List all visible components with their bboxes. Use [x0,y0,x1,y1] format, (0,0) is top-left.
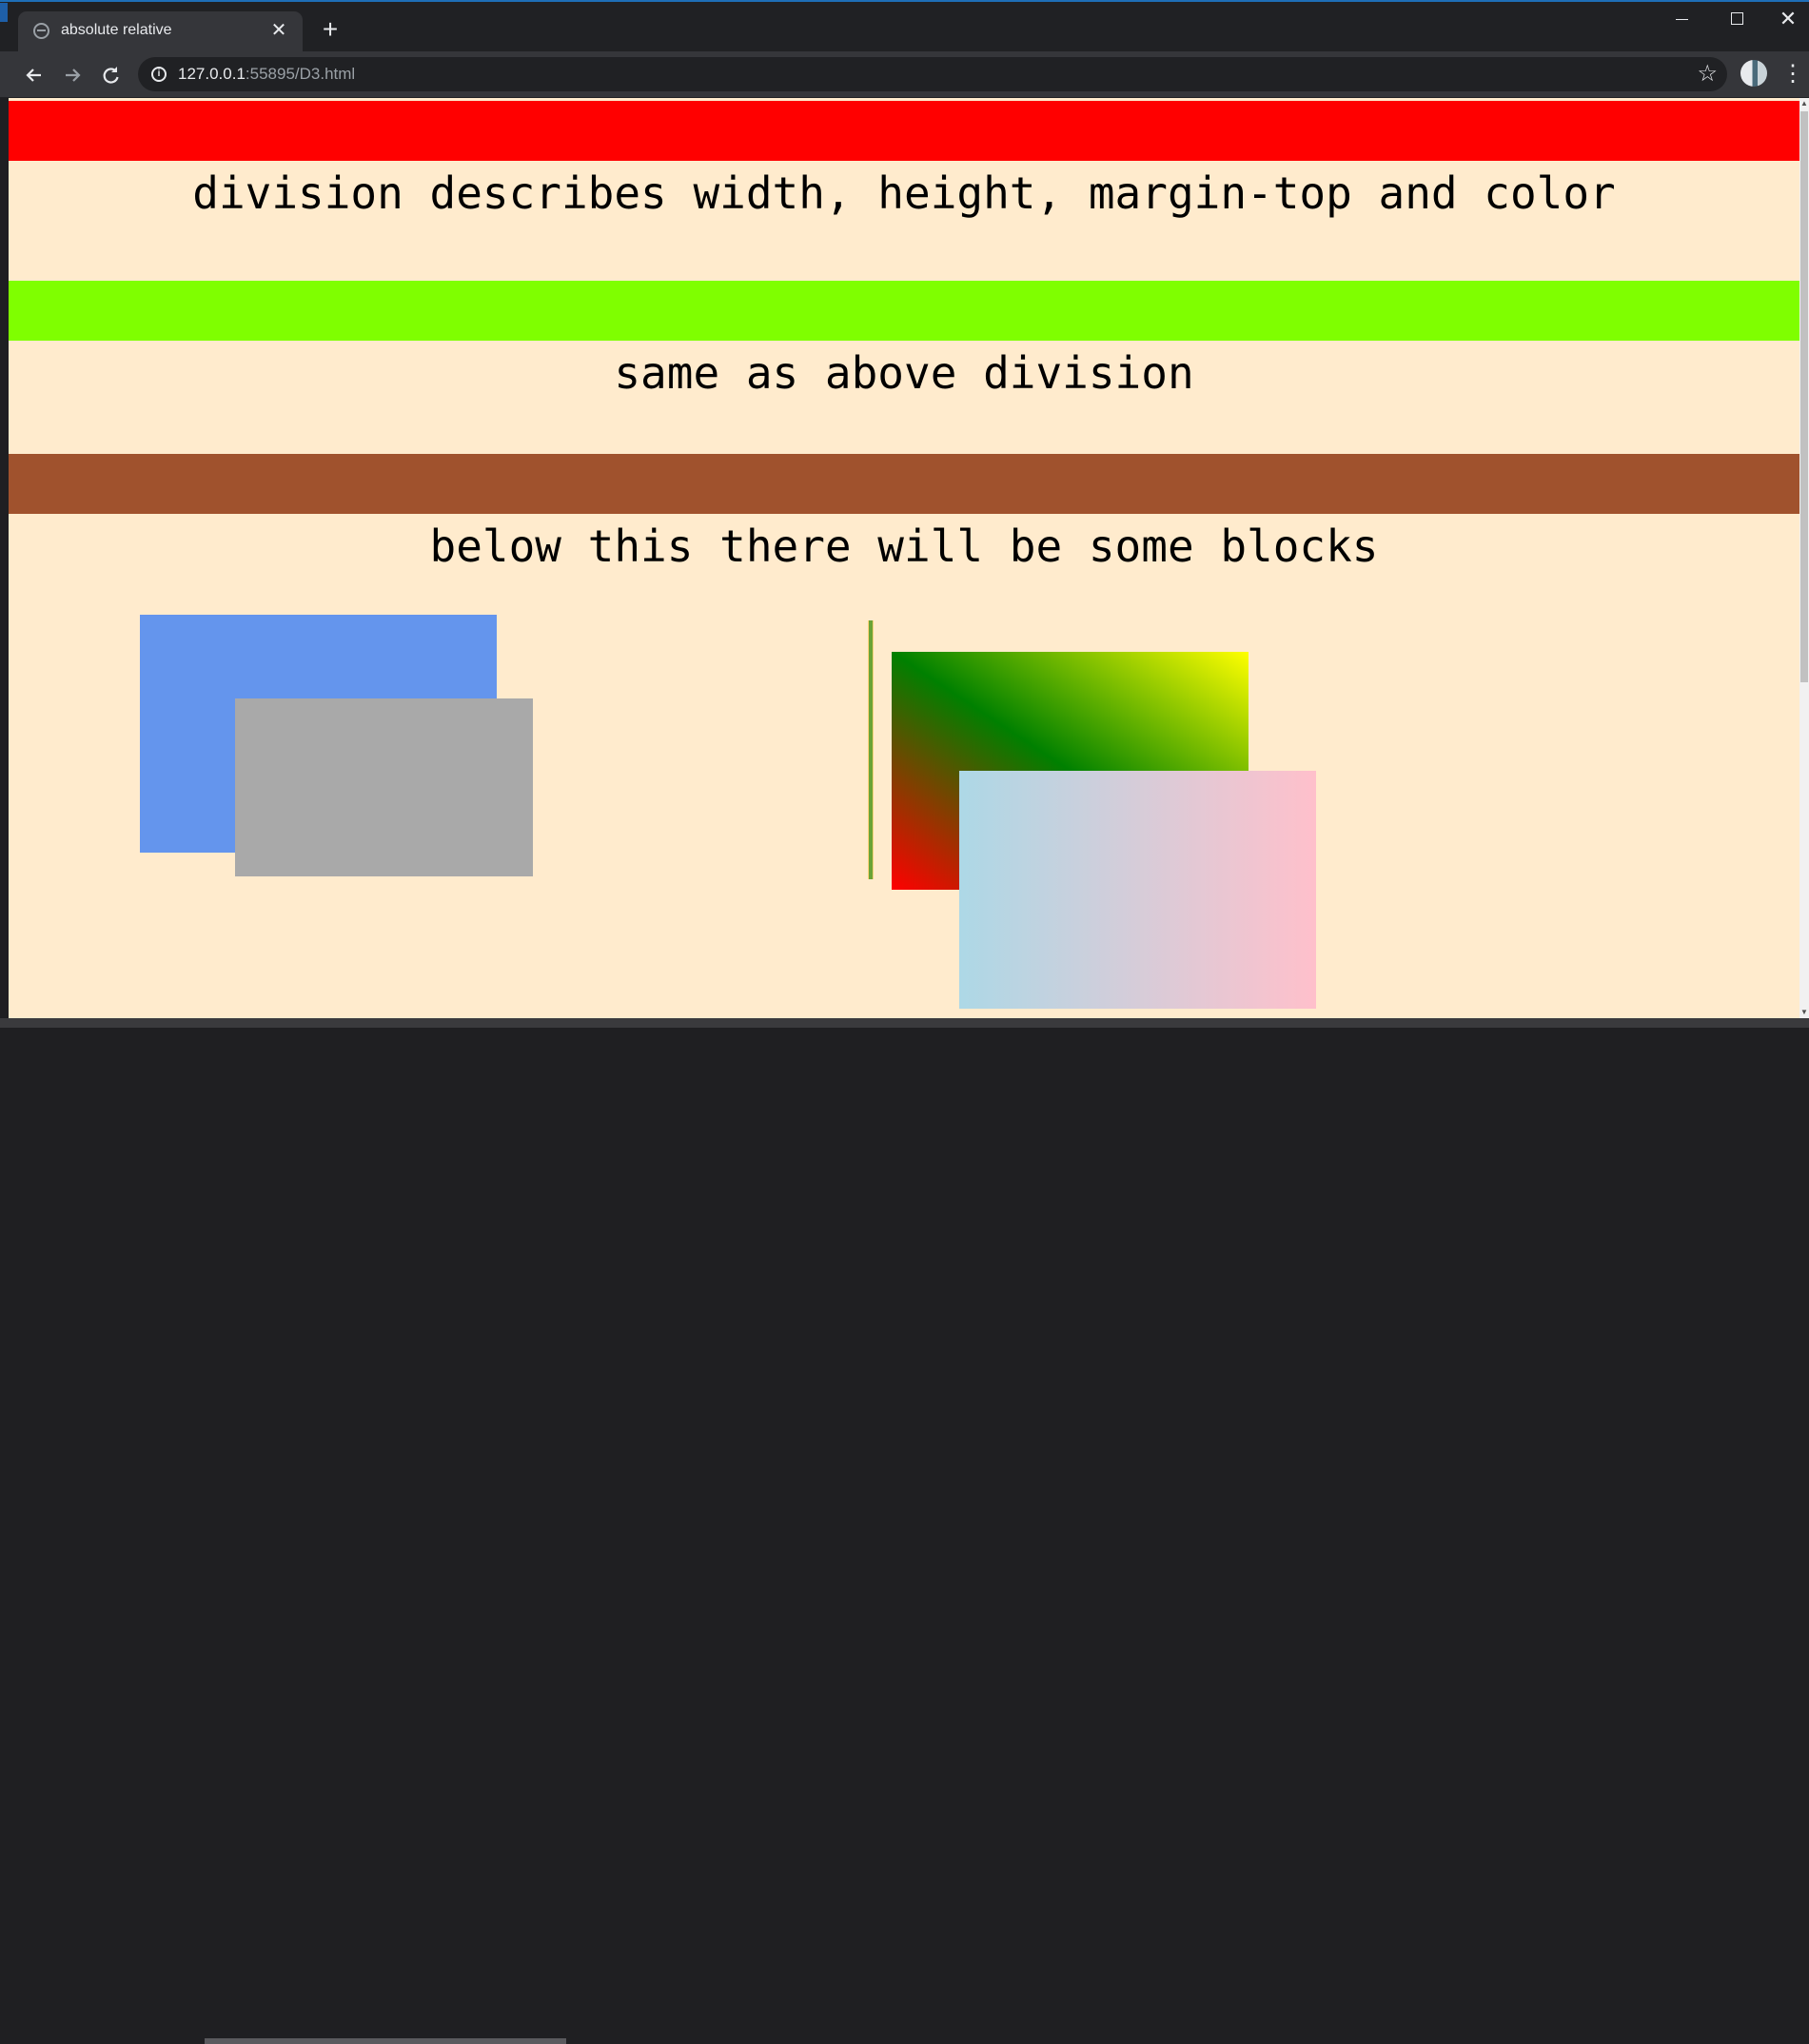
gray-block [235,698,533,876]
tab-close-button[interactable]: ✕ [266,18,291,43]
globe-icon [33,23,49,39]
address-bar[interactable]: i 127.0.0.1:55895/D3.html ☆ [138,57,1727,91]
forward-button[interactable] [58,61,87,89]
caption-second: same as above division [614,347,1194,399]
caption-first: division describes width, height, margin… [192,167,1616,219]
url-path: :55895/D3.html [245,65,356,83]
maximize-button[interactable] [1715,6,1759,32]
caption-third: below this there will be some blocks [429,521,1379,572]
profile-avatar[interactable] [1740,60,1767,87]
horizontal-scrollbar-thumb[interactable] [205,2038,566,2044]
window-accent-line [0,0,1809,2]
brown-division [9,454,1799,514]
bookmark-star-icon[interactable]: ☆ [1697,61,1718,88]
pastel-gradient-block [959,771,1316,1009]
window-close-button[interactable]: ✕ [1766,6,1809,32]
app-icon [0,3,8,22]
back-button[interactable] [20,61,49,89]
green-division [9,281,1799,341]
browser-tab[interactable]: absolute relative ✕ [18,11,303,51]
scroll-down-arrow-icon[interactable]: ▼ [1800,1008,1808,1017]
browser-toolbar: i 127.0.0.1:55895/D3.html ☆ ⋮ [0,51,1809,97]
url-host: 127.0.0.1 [178,65,246,83]
more-menu-icon[interactable]: ⋮ [1781,59,1804,89]
tab-title: absolute relative [61,22,172,38]
minimize-button[interactable] [1660,6,1703,32]
reload-button[interactable] [96,61,125,89]
horizontal-scrollbar[interactable] [0,1018,1809,2044]
page-viewport: division describes width, height, margin… [9,98,1799,1018]
scrollbar-thumb[interactable] [1800,111,1808,682]
reload-icon [103,67,119,84]
vertical-scrollbar[interactable]: ▲ ▼ [1799,98,1809,1018]
browser-chrome: absolute relative ✕ + ✕ i 127.0.0.1:5589… [0,0,1809,98]
new-tab-button[interactable]: + [315,15,345,46]
url-text: 127.0.0.1:55895/D3.html [178,65,355,84]
scroll-up-arrow-icon[interactable]: ▲ [1800,99,1808,108]
arrow-left-icon [26,69,41,82]
arrow-right-icon [66,69,81,82]
vertical-divider [868,620,874,879]
red-division [9,101,1799,161]
info-icon[interactable]: i [151,67,167,82]
